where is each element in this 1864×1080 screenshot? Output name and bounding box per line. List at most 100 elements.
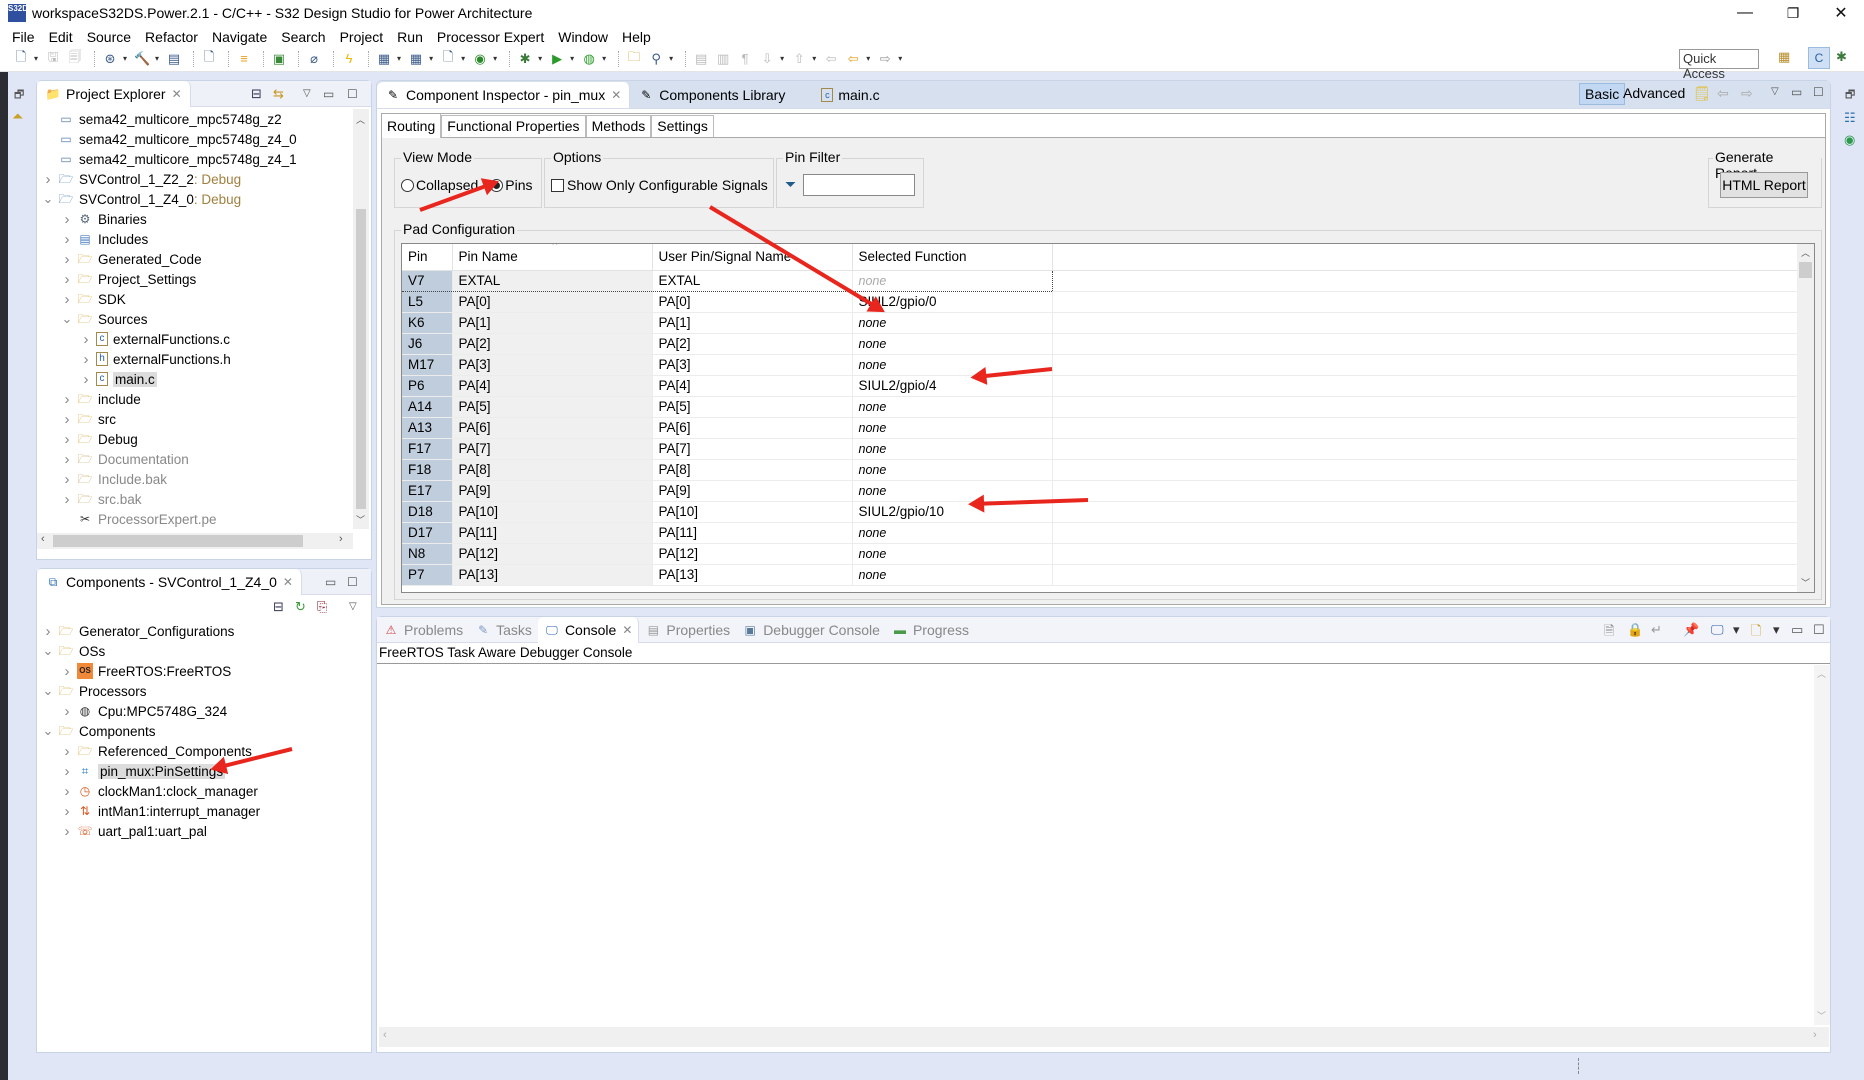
maximize-button[interactable]: ❐ (1770, 0, 1816, 26)
expand-twisty-icon[interactable]: › (60, 451, 74, 468)
new-c-file-icon[interactable]: 🗋 (439, 49, 457, 68)
tree-item[interactable]: › 🗁 Debug (37, 429, 351, 449)
close-icon[interactable]: ✕ (283, 575, 293, 589)
tab-progress[interactable]: ▬ Progress (886, 617, 975, 643)
user-signal-cell[interactable]: PA[5] (652, 396, 853, 418)
menu-refactor[interactable]: Refactor (145, 29, 198, 45)
table-row[interactable]: P6 PA[4] PA[4] SIUL2/gpio/4 (402, 375, 1797, 397)
pins-radio-label[interactable]: Pins (505, 177, 532, 193)
dropdown-arrow-icon[interactable]: ▾ (34, 54, 38, 63)
user-signal-cell[interactable]: PA[6] (652, 417, 853, 439)
menu-project[interactable]: Project (340, 29, 384, 45)
console-horizontal-scrollbar[interactable]: ‹ › (379, 1027, 1829, 1047)
user-signal-cell[interactable]: PA[0] (652, 291, 853, 313)
scroll-up-icon[interactable]: ︿ (1817, 667, 1826, 680)
dropdown-arrow-icon[interactable]: ▾ (538, 54, 542, 63)
menu-search[interactable]: Search (281, 29, 325, 45)
table-row[interactable]: F17 PA[7] PA[7] none (402, 438, 1797, 460)
menu-source[interactable]: Source (87, 29, 131, 45)
tree-item[interactable]: › 🗁 Generated_Code (37, 249, 351, 269)
table-row[interactable]: N8 PA[12] PA[12] none (402, 543, 1797, 565)
minimize-view-icon[interactable]: ▭ (323, 87, 334, 101)
show-only-configurable-label[interactable]: Show Only Configurable Signals (567, 177, 768, 193)
maximize-view-icon[interactable]: ☐ (347, 87, 358, 101)
new-c-project-icon[interactable]: ▦ (375, 50, 393, 68)
tree-item[interactable]: › ⇅ intMan1:interrupt_manager (37, 801, 367, 821)
doc2-icon[interactable]: ▥ (714, 50, 732, 68)
back-icon[interactable]: ⇦ (844, 50, 862, 68)
collapsed-view-icon[interactable]: ⏶ (12, 108, 23, 125)
dropdown-arrow-icon[interactable]: ▾ (461, 54, 465, 63)
scroll-down-icon[interactable]: ﹀ (1801, 576, 1810, 589)
save-icon[interactable]: 🖫 (44, 49, 62, 68)
table-row[interactable]: E17 PA[9] PA[9] none (402, 480, 1797, 502)
link-editor-icon[interactable]: ⇆ (273, 86, 284, 102)
expand-twisty-icon[interactable]: › (60, 703, 74, 720)
tab-tasks[interactable]: ✎ Tasks (469, 617, 538, 643)
minimize-view-icon[interactable]: ▭ (1791, 622, 1803, 638)
menu-help[interactable]: Help (622, 29, 651, 45)
tree-item[interactable]: › 🗁 include (37, 389, 351, 409)
tree-item[interactable]: › ☏ uart_pal1:uart_pal (37, 821, 367, 841)
table-row[interactable]: V7 EXTAL EXTAL none (402, 269, 1797, 292)
table-row[interactable]: D17 PA[11] PA[11] none (402, 522, 1797, 544)
user-signal-cell[interactable]: PA[2] (652, 333, 853, 355)
scrollbar-thumb[interactable] (1799, 262, 1812, 278)
minimize-view-icon[interactable]: ▭ (325, 575, 336, 589)
tree-item[interactable]: › 🗁 SVControl_1_Z2_2: Debug (37, 169, 351, 189)
forward-icon[interactable]: ⇨ (876, 50, 894, 68)
tree-item[interactable]: › 🗁 Project_Settings (37, 269, 351, 289)
dropdown-arrow-icon[interactable]: ▾ (429, 54, 433, 63)
tree-item[interactable]: › ⌗ pin_mux:PinSettings (37, 761, 367, 781)
selected-function-cell[interactable]: SIUL2/gpio/4 (852, 375, 1053, 397)
prev-annotation-icon[interactable]: ⇧ (790, 50, 808, 68)
tree-item[interactable]: › 🗁 SDK (37, 289, 351, 309)
cpp-perspective-icon[interactable]: C (1808, 47, 1830, 69)
tab-components[interactable]: ⧉ Components - SVControl_1_Z4_0 ✕ (37, 568, 302, 595)
build-hammer-icon[interactable]: 🔨 (133, 50, 151, 68)
tree-item[interactable]: › h externalFunctions.h (37, 349, 351, 369)
table-row[interactable]: P7 PA[13] PA[13] none (402, 564, 1797, 586)
collapse-twisty-icon[interactable]: ⌄ (60, 311, 74, 327)
collapsed-radio[interactable] (401, 178, 414, 192)
tree-item[interactable]: ✂ ProcessorExpert.pe (37, 509, 351, 529)
collapse-twisty-icon[interactable]: ⌄ (41, 191, 55, 207)
collapse-twisty-icon[interactable]: ⌄ (41, 683, 55, 699)
new-class-icon[interactable]: ◉ (471, 50, 489, 68)
user-signal-cell[interactable]: PA[8] (652, 459, 853, 481)
restore-icon[interactable]: 🗗 (1845, 86, 1855, 105)
tree-item[interactable]: ⌄ 🗁 Sources (37, 309, 351, 329)
expand-twisty-icon[interactable]: › (60, 491, 74, 508)
scroll-lock-icon[interactable]: 🔒 (1627, 622, 1643, 638)
table-row[interactable]: L5 PA[0] PA[0] SIUL2/gpio/0 (402, 291, 1797, 313)
open-perspective-icon[interactable]: ▦ (1778, 49, 1796, 67)
minimize-button[interactable]: — (1722, 0, 1768, 26)
debug-perspective-icon[interactable]: ✱ (1836, 49, 1854, 67)
tree-item[interactable]: › c externalFunctions.c (37, 329, 351, 349)
minimize-view-icon[interactable]: ▭ (1791, 85, 1802, 99)
menu-run[interactable]: Run (397, 29, 423, 45)
table-vertical-scrollbar[interactable]: ︿ ﹀ (1797, 244, 1814, 592)
tree-item[interactable]: › 🗁 Documentation (37, 449, 351, 469)
expand-twisty-icon[interactable]: › (60, 663, 74, 680)
back-gray-icon[interactable]: ⇦ (822, 50, 840, 68)
dropdown-arrow-icon[interactable]: ▾ (780, 54, 784, 63)
scrollbar-thumb[interactable] (356, 209, 366, 509)
tab-problems[interactable]: ⚠ Problems (377, 617, 469, 643)
binary-icon[interactable]: ▤ (165, 50, 183, 68)
word-wrap-icon[interactable]: ↵ (1651, 622, 1662, 638)
expand-twisty-icon[interactable]: › (60, 783, 74, 800)
selected-function-cell[interactable]: none (852, 417, 1053, 439)
basic-mode-button[interactable]: Basic (1579, 83, 1626, 105)
expand-twisty-icon[interactable]: › (60, 803, 74, 820)
collapse-all-icon[interactable]: ⊟ (273, 599, 284, 615)
maximize-view-icon[interactable]: ☐ (1813, 622, 1825, 638)
scroll-down-icon[interactable]: ﹀ (356, 513, 365, 526)
new-list-icon[interactable]: ≡ (235, 50, 253, 68)
expand-twisty-icon[interactable]: › (41, 171, 55, 188)
scroll-right-icon[interactable]: › (339, 533, 343, 545)
dropdown-arrow-icon[interactable]: ▾ (397, 54, 401, 63)
table-row[interactable]: A14 PA[5] PA[5] none (402, 396, 1797, 418)
column-header[interactable]: Pin (402, 244, 453, 271)
refresh-icon[interactable]: ↻ (295, 599, 306, 615)
